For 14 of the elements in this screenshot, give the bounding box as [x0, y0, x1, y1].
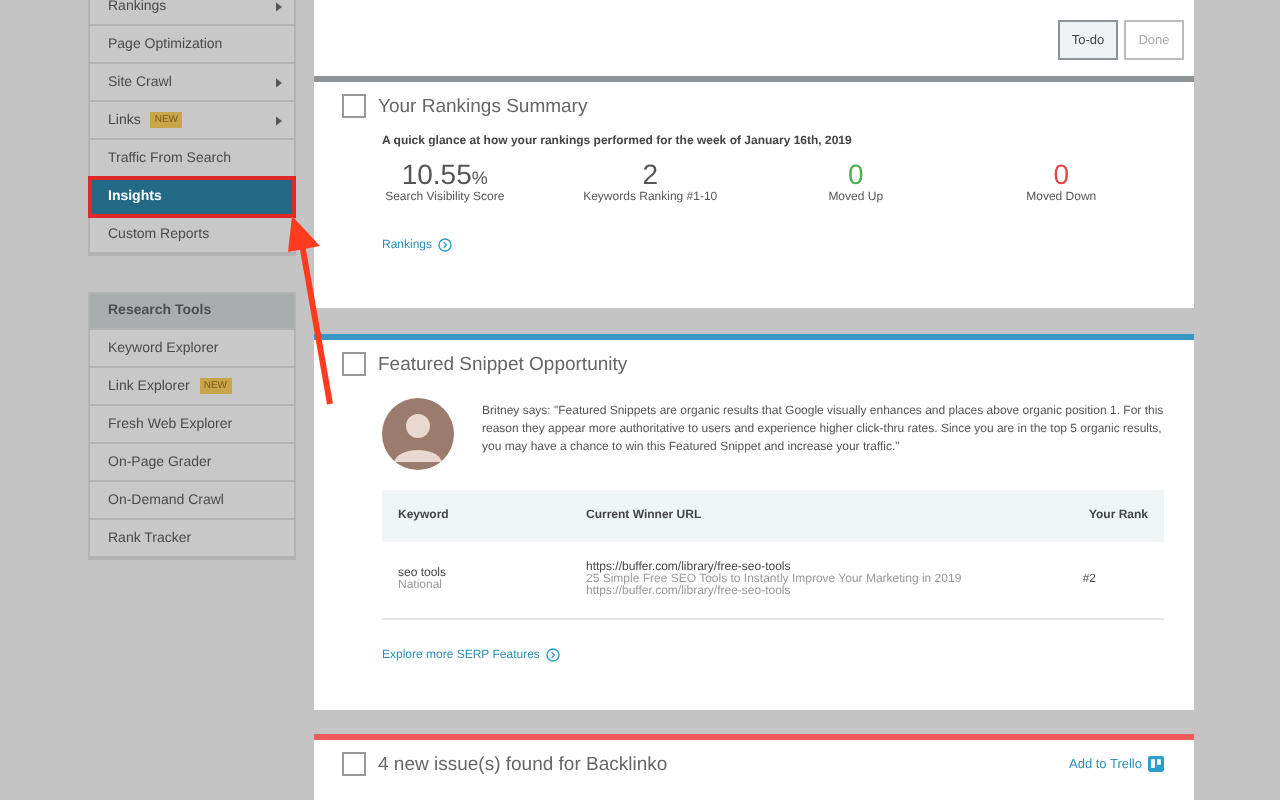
stat-value: 10.55% — [401, 158, 488, 190]
checkbox[interactable] — [342, 752, 366, 776]
checkbox[interactable] — [342, 352, 366, 376]
checkbox[interactable] — [342, 94, 366, 118]
stat-value: 2 — [642, 158, 659, 190]
card-title: 4 new issue(s) found for Backlinko — [378, 753, 668, 775]
board-icon — [1148, 756, 1164, 772]
card-title: Featured Snippet Opportunity — [378, 353, 628, 375]
avatar-icon — [382, 398, 454, 470]
chevron-circle-icon — [545, 648, 560, 662]
card-title: Your Rankings Summary — [378, 95, 588, 117]
stat-value: 0 — [1053, 158, 1070, 190]
chevron-circle-icon — [438, 238, 453, 252]
stat-value: 0 — [847, 158, 864, 190]
